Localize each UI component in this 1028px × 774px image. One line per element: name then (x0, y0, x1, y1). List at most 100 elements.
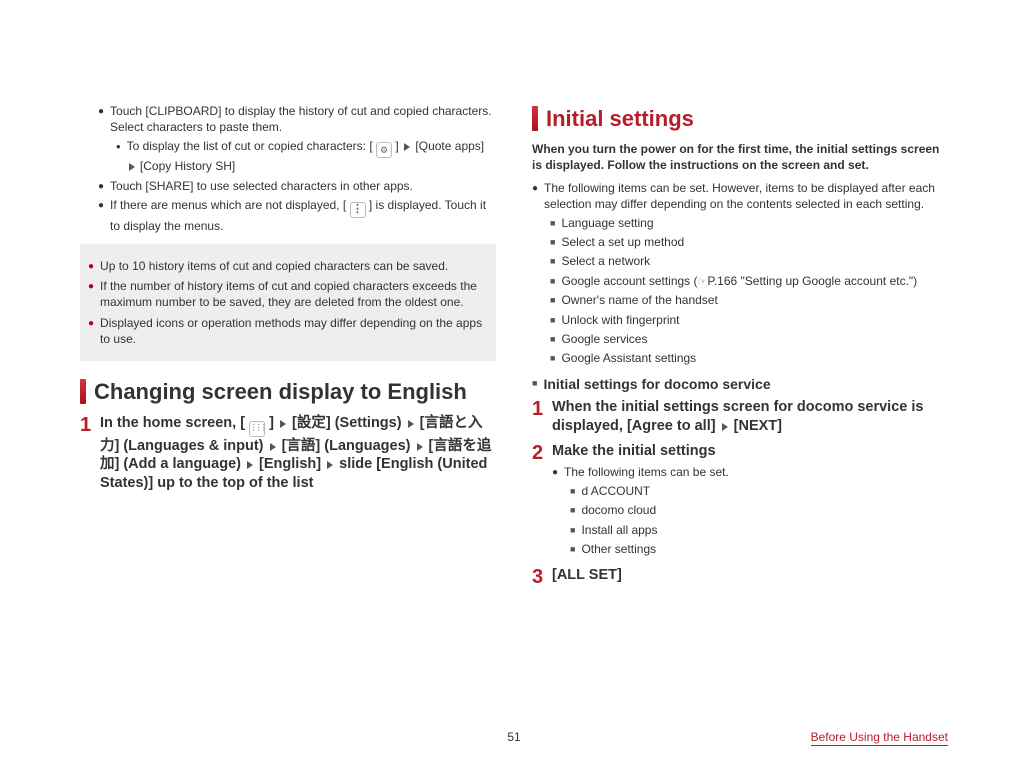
heading-text: Initial settings (546, 106, 694, 131)
text: Owner's name of the handset (561, 292, 948, 308)
square-icon (550, 215, 555, 231)
step-title: In the home screen, [ ] [設定] (Settings) … (100, 414, 496, 493)
list-item: Select a network (550, 253, 948, 269)
bullet-icon (88, 258, 94, 275)
list-item: Select a set up method (550, 234, 948, 250)
bullet-icon (98, 178, 104, 195)
chapter-label: Before Using the Handset (811, 730, 948, 746)
step-1: 1 In the home screen, [ ] [設定] (Settings… (80, 414, 496, 493)
text: Install all apps (581, 522, 948, 538)
list-item: To display the list of cut or copied cha… (116, 138, 496, 174)
list-item: Touch [SHARE] to use selected characters… (98, 178, 496, 195)
list-item: d ACCOUNT (570, 483, 948, 499)
text: Google account settings ( (561, 274, 697, 288)
list-item: Owner's name of the handset (550, 292, 948, 308)
step-1: 1 When the initial settings screen for d… (532, 398, 948, 436)
list-item: Touch [CLIPBOARD] to display the history… (98, 103, 496, 135)
arrow-icon (129, 163, 135, 171)
text: Select a set up method (561, 234, 948, 250)
list-item: Unlock with fingerprint (550, 312, 948, 328)
bullet-icon (88, 315, 94, 347)
text: Select a network (561, 253, 948, 269)
accent-bar (532, 106, 538, 131)
step-number: 2 (532, 442, 552, 560)
bullet-icon (88, 278, 94, 310)
text: docomo cloud (581, 502, 948, 518)
list-item: If the number of history items of cut an… (88, 278, 484, 310)
text: In the home screen, [ (100, 415, 245, 431)
list-item: Other settings (570, 541, 948, 557)
arrow-icon (270, 443, 276, 451)
square-icon (550, 350, 555, 366)
list-item: The following items can be set. (552, 464, 948, 481)
text: Initial settings for docomo service (543, 376, 770, 392)
text: d ACCOUNT (581, 483, 948, 499)
square-icon (550, 273, 555, 290)
arrow-icon (408, 420, 414, 428)
square-icon (570, 502, 575, 518)
pointer-icon (698, 274, 708, 288)
square-icon (570, 541, 575, 557)
list-item: Install all apps (570, 522, 948, 538)
apps-icon (249, 421, 265, 437)
bullet-icon (116, 138, 121, 174)
step-2: 2 Make the initial settings The followin… (532, 442, 948, 560)
square-icon (550, 234, 555, 250)
list-item: docomo cloud (570, 502, 948, 518)
page-footer: 51 Before Using the Handset (0, 730, 1028, 746)
text: Unlock with fingerprint (561, 312, 948, 328)
square-icon (550, 253, 555, 269)
square-icon (532, 376, 537, 392)
text: [言語] (Languages) (282, 438, 411, 454)
square-icon (570, 483, 575, 499)
text: [Copy History SH] (140, 159, 235, 173)
section-heading: Initial settings (532, 106, 948, 131)
text: To display the list of cut or copied cha… (127, 138, 496, 174)
bullet-icon (532, 180, 538, 212)
text: Google Assistant settings (561, 350, 948, 366)
step-title: When the initial settings screen for doc… (552, 398, 948, 436)
text: If the number of history items of cut an… (100, 278, 484, 310)
text: Language setting (561, 215, 948, 231)
heading-text: Changing screen display to English (94, 379, 467, 404)
text: P.166 "Setting up Google account etc.") (707, 274, 917, 288)
bullet-icon (98, 197, 104, 234)
step-number: 1 (532, 398, 552, 436)
text: ] (269, 415, 274, 431)
list-item: Language setting (550, 215, 948, 231)
square-icon (550, 331, 555, 347)
text: Google services (561, 331, 948, 347)
step-number: 3 (532, 566, 552, 588)
text: To display the list of cut or copied cha… (127, 139, 373, 153)
arrow-icon (722, 423, 728, 431)
section-heading: Changing screen display to English (80, 379, 496, 404)
page-number: 51 (507, 730, 520, 744)
gear-icon (376, 142, 392, 158)
list-item: If there are menus which are not display… (98, 197, 496, 234)
arrow-icon (280, 420, 286, 428)
more-icon (350, 202, 366, 218)
text: [設定] (Settings) (292, 415, 402, 431)
subsection-heading: Initial settings for docomo service (532, 376, 948, 392)
text: If there are menus which are not display… (110, 197, 496, 234)
text: Up to 10 history items of cut and copied… (100, 258, 484, 275)
list-item: Google Assistant settings (550, 350, 948, 366)
list-item: Displayed icons or operation methods may… (88, 315, 484, 347)
text: Other settings (581, 541, 948, 557)
text: ] (395, 139, 398, 153)
text: Touch [CLIPBOARD] to display the history… (110, 103, 496, 135)
arrow-icon (404, 143, 410, 151)
text: [NEXT] (734, 418, 782, 434)
list-item: Google account settings ( P.166 "Setting … (550, 273, 948, 290)
bullet-icon (98, 103, 104, 135)
text: Google account settings ( P.166 "Setting … (561, 273, 948, 290)
list-item: Up to 10 history items of cut and copied… (88, 258, 484, 275)
arrow-icon (327, 461, 333, 469)
list-item: Google services (550, 331, 948, 347)
left-column: Touch [CLIPBOARD] to display the history… (80, 100, 504, 594)
text: The following items can be set. However,… (544, 180, 948, 212)
square-icon (550, 292, 555, 308)
text: [Quote apps] (415, 139, 484, 153)
bullet-icon (552, 464, 558, 481)
intro-text: When you turn the power on for the first… (532, 141, 948, 173)
